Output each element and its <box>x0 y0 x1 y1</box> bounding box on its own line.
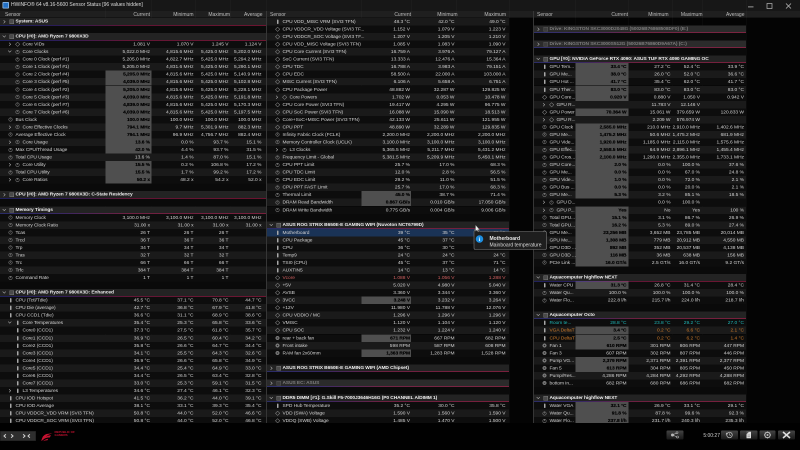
svg-text:Motherboard: Motherboard <box>490 236 521 242</box>
svg-text:Mainboard temperature: Mainboard temperature <box>490 242 542 248</box>
